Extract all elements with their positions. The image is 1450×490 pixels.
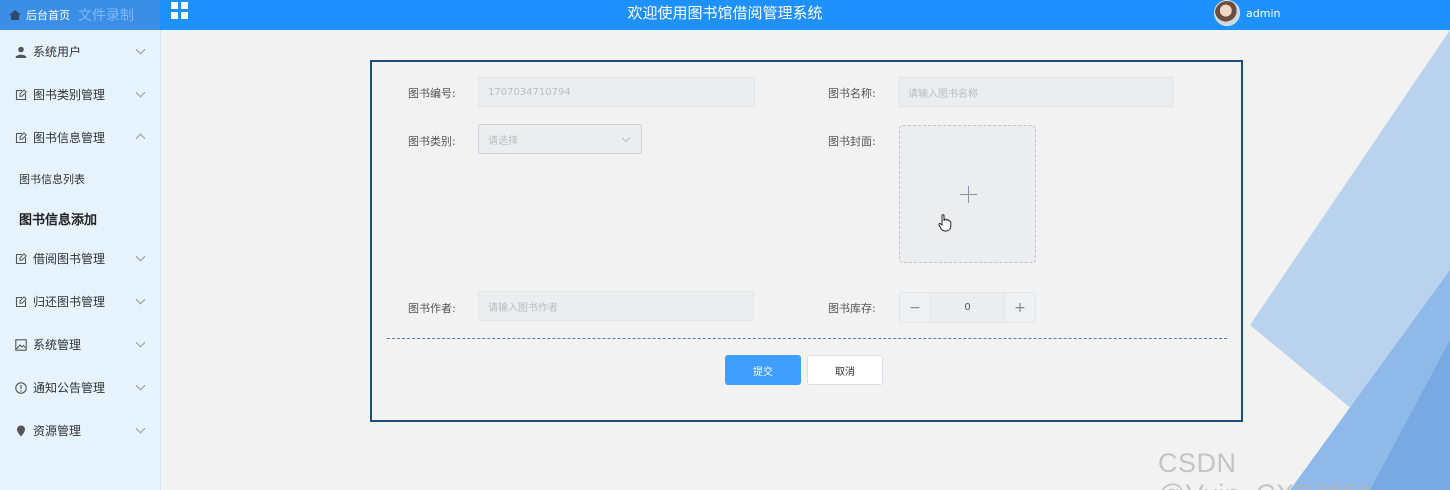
user-icon (15, 46, 27, 58)
chevron-down-icon (135, 423, 146, 434)
top-bar: 后台首页 文件录制 欢迎使用图书馆借阅管理系统 admin (0, 0, 1450, 30)
submit-button[interactable]: 提交 (725, 355, 801, 385)
image-icon (15, 338, 27, 351)
sidebar-item-label: 借阅图书管理 (33, 252, 106, 266)
book-name-label: 图书名称: (828, 87, 876, 100)
sidebar-item-label: 系统管理 (33, 338, 82, 352)
sidebar-item-borrow[interactable]: 借阅图书管理 (0, 237, 160, 280)
home-label: 后台首页 (26, 9, 70, 22)
chevron-down-icon (135, 337, 146, 348)
plus-icon (960, 186, 977, 203)
watermark: CSDN @Vxin_CXSJ881 (1158, 448, 1373, 490)
cover-upload[interactable] (899, 125, 1036, 263)
decrement-button[interactable]: − (900, 293, 931, 322)
sidebar-item-label: 资源管理 (33, 424, 82, 438)
book-author-label: 图书作者: (408, 302, 456, 315)
select-placeholder: 请选择 (488, 135, 518, 147)
book-name-input[interactable]: 请输入图书名称 (898, 77, 1174, 107)
sidebar-item-notice[interactable]: 通知公告管理 (0, 366, 160, 409)
edit-icon (15, 88, 27, 100)
book-stock-label: 图书库存: (828, 302, 876, 315)
avatar[interactable] (1214, 0, 1240, 26)
book-cover-label: 图书封面: (828, 135, 876, 148)
increment-button[interactable]: + (1004, 293, 1035, 322)
sidebar-item-system[interactable]: 系统管理 (0, 323, 160, 366)
chevron-down-icon (135, 294, 146, 305)
chevron-down-icon (135, 87, 146, 98)
chevron-up-icon (135, 133, 146, 144)
user-menu[interactable]: admin (1214, 0, 1280, 26)
sidebar-subitem-book-add[interactable]: 图书信息添加 (0, 199, 160, 237)
edit-icon (15, 131, 27, 143)
edit-icon (15, 295, 27, 307)
hand-cursor-icon (938, 214, 952, 232)
edit-icon (15, 252, 27, 264)
book-stock-stepper[interactable]: − 0 + (899, 292, 1036, 323)
chevron-down-icon (135, 251, 146, 262)
sidebar: 系统用户 图书类别管理 图书信息管理 图书信息列表 图书信息添加 借阅图书管理 … (0, 30, 161, 490)
book-no-field[interactable]: 1707034710794 (478, 77, 755, 107)
sidebar-item-label: 图书类别管理 (33, 88, 106, 102)
stock-value[interactable]: 0 (931, 293, 1004, 322)
recording-overlay-text: 文件录制 (78, 8, 134, 24)
username-label: admin (1246, 6, 1281, 20)
chevron-down-icon (135, 380, 146, 391)
book-add-form: 图书编号: 1707034710794 图书名称: 请输入图书名称 图书类别: … (370, 60, 1243, 422)
info-icon (15, 381, 27, 394)
chevron-down-icon (135, 44, 146, 55)
cancel-button[interactable]: 取消 (807, 355, 883, 385)
location-icon (17, 425, 25, 436)
sidebar-item-label: 归还图书管理 (33, 295, 106, 309)
book-category-select[interactable]: 请选择 (478, 124, 642, 154)
menu-grid-icon[interactable] (171, 2, 188, 19)
sidebar-item-label: 系统用户 (33, 45, 82, 59)
book-category-label: 图书类别: (408, 135, 456, 148)
home-link[interactable]: 后台首页 文件录制 (0, 0, 160, 30)
sidebar-item-resources[interactable]: 资源管理 (0, 409, 160, 452)
home-icon (9, 10, 21, 20)
sidebar-item-book-category[interactable]: 图书类别管理 (0, 73, 160, 116)
sidebar-item-book-info[interactable]: 图书信息管理 (0, 116, 160, 159)
divider (387, 338, 1227, 339)
sidebar-item-return[interactable]: 归还图书管理 (0, 280, 160, 323)
book-author-input[interactable]: 请输入图书作者 (478, 291, 754, 321)
sidebar-item-system-users[interactable]: 系统用户 (0, 30, 160, 73)
chevron-down-icon (621, 133, 631, 143)
sidebar-item-label: 图书信息管理 (33, 131, 106, 145)
sidebar-subitem-book-list[interactable]: 图书信息列表 (0, 159, 160, 199)
book-no-label: 图书编号: (408, 87, 456, 100)
sidebar-item-label: 通知公告管理 (33, 381, 106, 395)
